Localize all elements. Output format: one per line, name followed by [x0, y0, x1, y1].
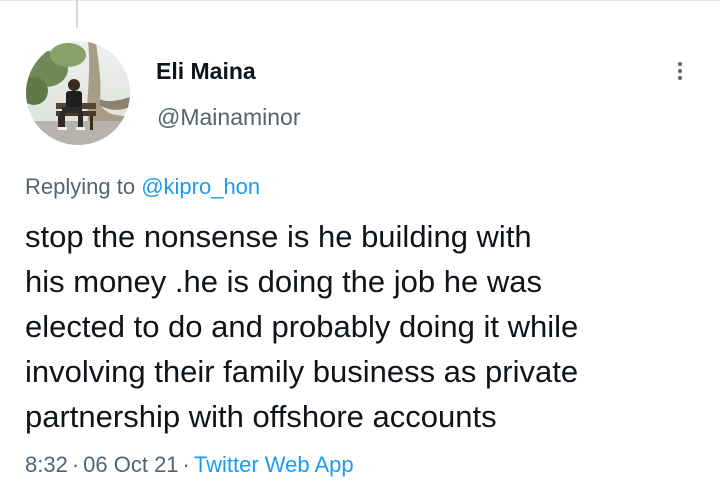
replying-to-label: Replying to — [25, 174, 142, 199]
tweet-text-line: his money .he is doing the job he was — [25, 264, 542, 299]
tweet-meta: 8:32 · 06 Oct 21 · Twitter Web App — [25, 452, 354, 478]
more-dot — [678, 76, 682, 80]
tweet-text-line: elected to do and probably doing it whil… — [25, 309, 579, 344]
tweet: Eli Maina @Mainaminor Replying to @kipro… — [0, 0, 720, 503]
tweet-text-line: involving their family business as priva… — [25, 354, 579, 389]
more-vertical-icon[interactable] — [668, 56, 692, 86]
author-handle[interactable]: @Mainaminor — [157, 104, 301, 131]
divider — [0, 0, 720, 1]
more-dot — [678, 69, 682, 73]
tweet-source-link[interactable]: Twitter Web App — [194, 452, 354, 477]
thread-connector-line — [76, 0, 78, 28]
author-name[interactable]: Eli Maina — [156, 58, 256, 85]
tweet-text-line: stop the nonsense is he building with — [25, 219, 532, 254]
tweet-time[interactable]: 8:32 — [25, 452, 68, 477]
avatar[interactable] — [26, 41, 130, 145]
meta-separator: · — [71, 452, 80, 477]
more-dot — [678, 62, 682, 66]
tweet-text: stop the nonsense is he building with hi… — [25, 214, 705, 439]
meta-separator: · — [182, 452, 190, 477]
reply-mention-link[interactable]: @kipro_hon — [141, 174, 260, 199]
avatar-photo — [26, 41, 130, 145]
tweet-date[interactable]: 06 Oct 21 — [83, 452, 178, 477]
replying-to: Replying to @kipro_hon — [25, 174, 260, 200]
tweet-text-line: partnership with offshore accounts — [25, 399, 497, 434]
